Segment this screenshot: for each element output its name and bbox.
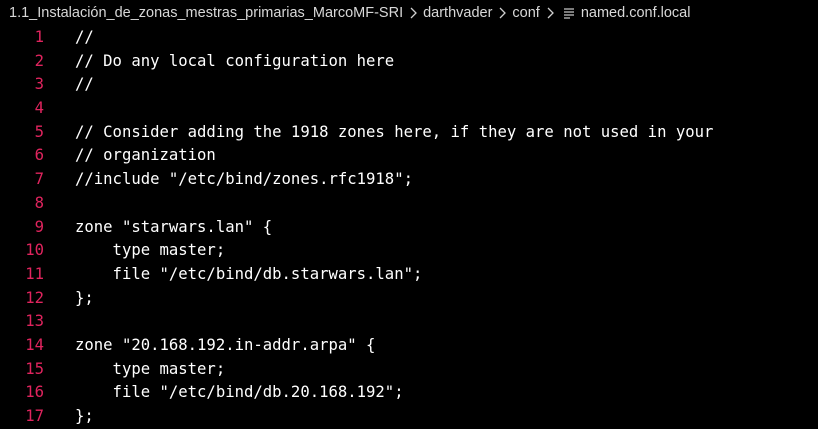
code-text[interactable]: // [44,26,94,50]
chevron-right-icon [408,6,418,20]
code-text[interactable]: // Consider adding the 1918 zones here, … [44,121,713,145]
line-number: 11 [25,264,44,283]
code-line[interactable]: 2// Do any local configuration here [0,50,818,74]
line-number: 16 [25,383,44,402]
code-line[interactable]: 13 [0,310,818,334]
code-text[interactable]: type master; [44,358,226,382]
breadcrumb: 1.1_Instalación_de_zonas_mestras_primari… [0,0,818,26]
code-line[interactable]: 12}; [0,287,818,311]
code-text[interactable]: // organization [44,144,216,168]
code-line[interactable]: 4 [0,97,818,121]
code-line[interactable]: 3// [0,73,818,97]
code-line[interactable]: 6// organization [0,144,818,168]
code-text[interactable] [44,192,75,216]
breadcrumb-item-conf[interactable]: conf [512,5,539,21]
code-line[interactable]: 5// Consider adding the 1918 zones here,… [0,121,818,145]
code-text[interactable]: type master; [44,239,226,263]
breadcrumb-item-file[interactable]: named.conf.local [581,5,691,21]
code-text[interactable]: // [44,73,94,97]
line-number: 1 [34,28,44,46]
code-line[interactable]: 14 zone "20.168.192.in-addr.arpa" { [0,334,818,358]
code-line[interactable]: 9 zone "starwars.lan" { [0,216,818,240]
code-text[interactable]: }; [44,287,94,311]
text-file-icon [563,6,575,20]
code-text[interactable]: }; [44,405,94,429]
code-text[interactable]: zone "20.168.192.in-addr.arpa" { [44,334,375,358]
code-editor[interactable]: 1//2// Do any local configuration here 3/… [0,26,818,429]
line-number: 10 [25,241,44,260]
code-line[interactable]: 11 file "/etc/bind/db.starwars.lan"; [0,263,818,287]
line-number: 15 [25,359,44,378]
line-number: 2 [34,51,44,70]
line-number: 7 [34,170,44,189]
line-number: 12 [25,288,44,307]
code-text[interactable]: zone "starwars.lan" { [44,216,272,240]
code-text[interactable] [44,97,75,121]
line-number: 4 [34,99,44,118]
code-text[interactable]: //include "/etc/bind/zones.rfc1918"; [44,168,413,192]
code-text[interactable]: file "/etc/bind/db.20.168.192"; [44,381,404,405]
code-text[interactable]: file "/etc/bind/db.starwars.lan"; [44,263,423,287]
code-line[interactable]: 15 type master; [0,358,818,382]
code-text[interactable]: // Do any local configuration here [44,50,394,74]
line-number: 13 [25,312,44,331]
line-number: 9 [34,217,44,236]
chevron-right-icon [545,6,555,20]
line-number: 5 [34,122,44,141]
breadcrumb-item-project[interactable]: 1.1_Instalación_de_zonas_mestras_primari… [9,5,403,21]
line-number: 6 [34,146,44,165]
code-text[interactable] [44,310,75,334]
line-number: 14 [25,335,44,354]
code-line[interactable]: 17}; [0,405,818,429]
breadcrumb-item-darthvader[interactable]: darthvader [423,5,492,21]
code-line[interactable]: 16 file "/etc/bind/db.20.168.192"; [0,381,818,405]
code-line[interactable]: 1// [0,26,818,50]
code-line[interactable]: 7//include "/etc/bind/zones.rfc1918"; [0,168,818,192]
line-number: 8 [34,193,44,212]
chevron-right-icon [497,6,507,20]
line-number: 17 [25,407,44,425]
code-line[interactable]: 10 type master; [0,239,818,263]
code-line[interactable]: 8 [0,192,818,216]
line-number: 3 [34,75,44,94]
